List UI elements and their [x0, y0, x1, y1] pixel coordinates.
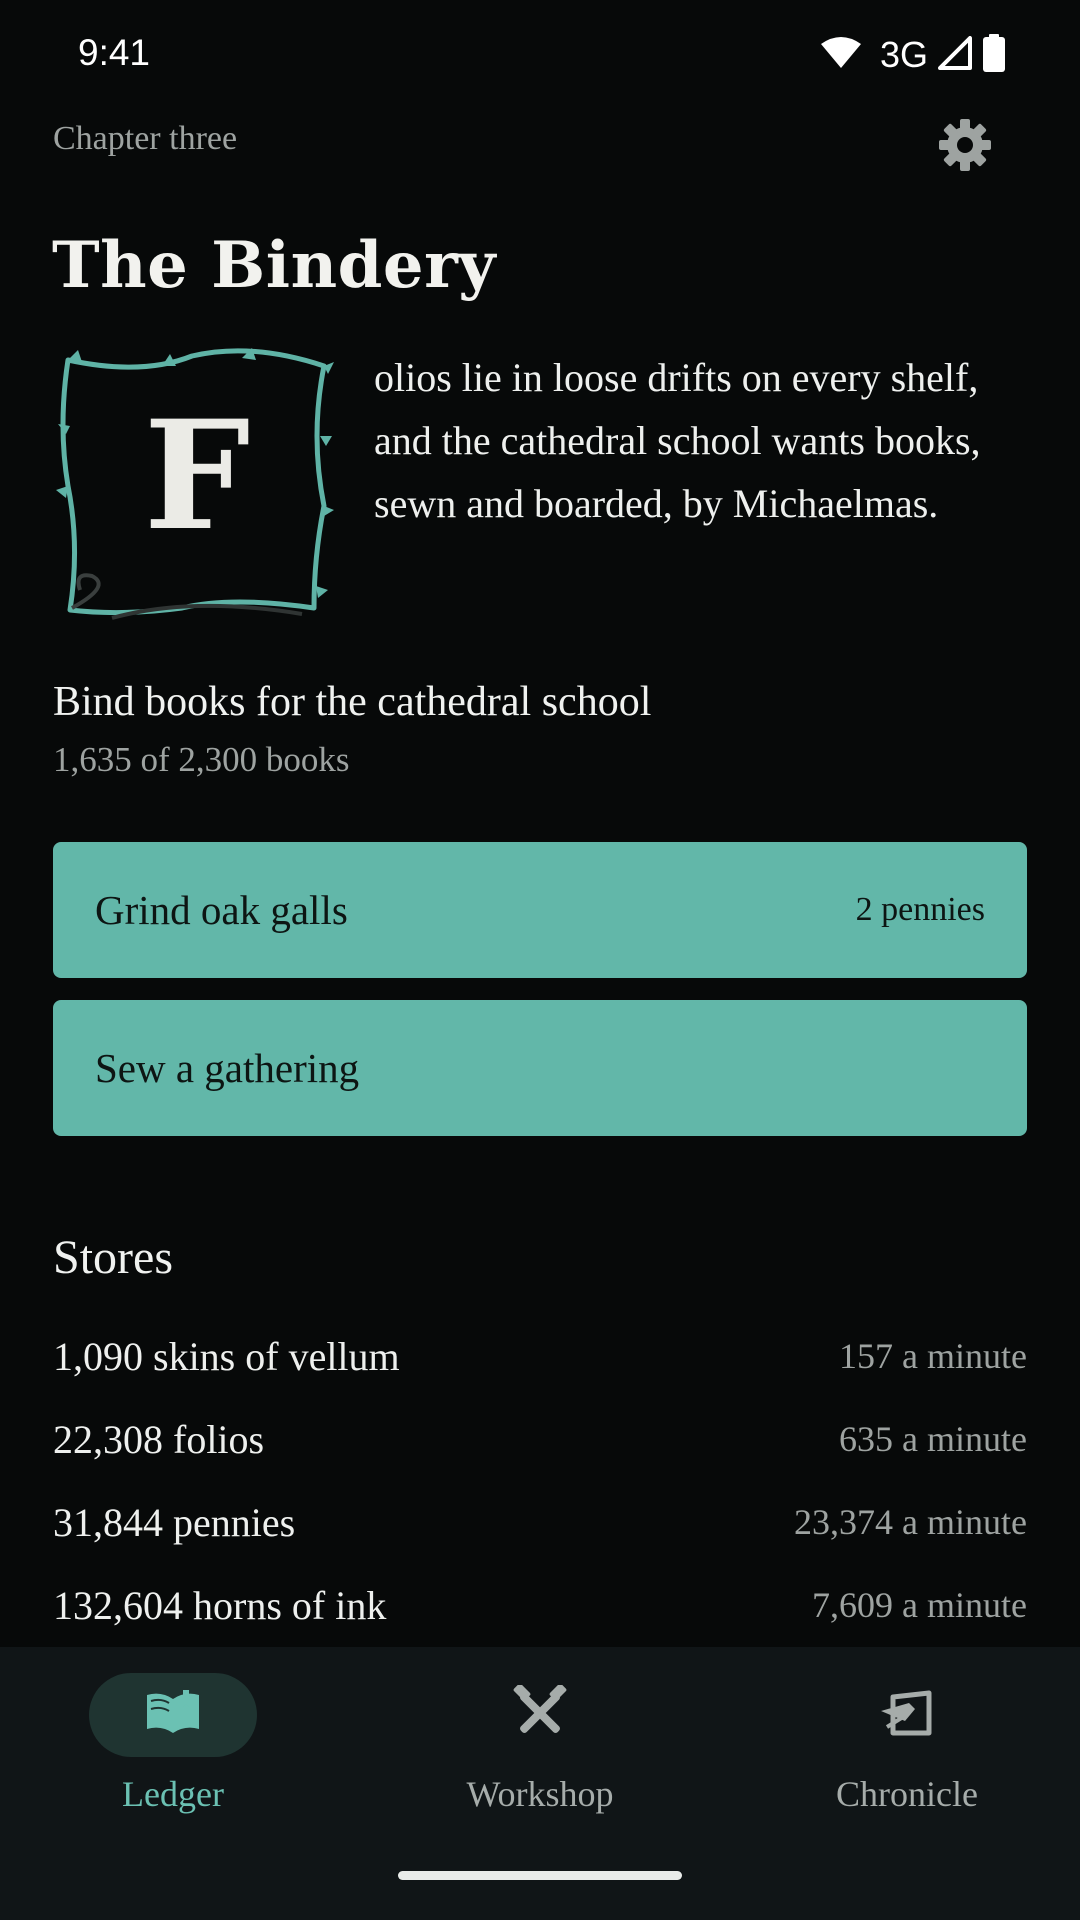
stores-heading: Stores: [53, 1231, 173, 1284]
action-label: Grind oak galls: [95, 887, 348, 933]
store-rate: 7,609 a minute: [812, 1585, 1027, 1625]
drop-cap-letter: F: [144, 388, 251, 564]
sew-gathering-button[interactable]: Sew a gathering: [53, 1000, 1027, 1136]
nav-active-indicator: [89, 1673, 257, 1757]
store-rate: 23,374 a minute: [794, 1502, 1027, 1542]
goal-title: Bind books for the cathedral school: [53, 679, 652, 725]
nav-item-workshop[interactable]: Workshop: [420, 1673, 660, 1833]
store-row: 22,308 folios 635 a minute: [53, 1409, 1027, 1469]
store-row: 31,844 pennies 23,374 a minute: [53, 1492, 1027, 1552]
intro-paragraph: olios lie in loose drifts on every shelf…: [374, 355, 981, 526]
nav-icon-container: [456, 1673, 624, 1757]
status-icons: 3G: [820, 34, 1006, 76]
chapter-label: Chapter three: [53, 120, 238, 157]
nav-item-ledger[interactable]: Ledger: [53, 1673, 293, 1833]
home-indicator[interactable]: [398, 1871, 682, 1880]
nav-label: Ledger: [122, 1774, 224, 1814]
grind-oak-galls-button[interactable]: Grind oak galls 2 pennies: [53, 842, 1027, 978]
nav-label: Workshop: [466, 1774, 614, 1814]
store-name: 22,308 folios: [53, 1416, 265, 1462]
drop-cap: F: [52, 346, 342, 626]
network-type: 3G: [879, 34, 928, 75]
wifi-icon: [820, 36, 862, 74]
vine-frame-icon: F: [56, 348, 334, 620]
store-row: 132,604 horns of ink 7,609 a minute: [53, 1575, 1027, 1635]
status-bar: 9:41 3G: [0, 0, 1080, 110]
store-name: 132,604 horns of ink: [53, 1582, 387, 1628]
action-label: Sew a gathering: [95, 1045, 360, 1091]
open-book-icon: [143, 1689, 203, 1741]
action-cost: 2 pennies: [855, 891, 985, 928]
quill-scroll-icon: [879, 1687, 935, 1743]
store-rate: 157 a minute: [839, 1336, 1027, 1376]
page-title: The Bindery: [52, 228, 496, 303]
settings-button[interactable]: [930, 112, 1000, 182]
nav-item-chronicle[interactable]: Chronicle: [787, 1673, 1027, 1833]
nav-label: Chronicle: [836, 1774, 978, 1814]
gear-icon: [937, 117, 993, 177]
battery-icon: [982, 34, 1006, 76]
hammer-wrench-icon: [512, 1683, 568, 1745]
store-rate: 635 a minute: [839, 1419, 1027, 1459]
status-time: 9:41: [78, 32, 151, 73]
store-row: 1,090 skins of vellum 157 a minute: [53, 1326, 1027, 1386]
goal-progress: 1,635 of 2,300 books: [53, 740, 350, 779]
store-name: 31,844 pennies: [53, 1499, 296, 1545]
cell-signal-icon: [938, 36, 972, 74]
nav-icon-container: [823, 1673, 991, 1757]
store-name: 1,090 skins of vellum: [53, 1333, 400, 1379]
